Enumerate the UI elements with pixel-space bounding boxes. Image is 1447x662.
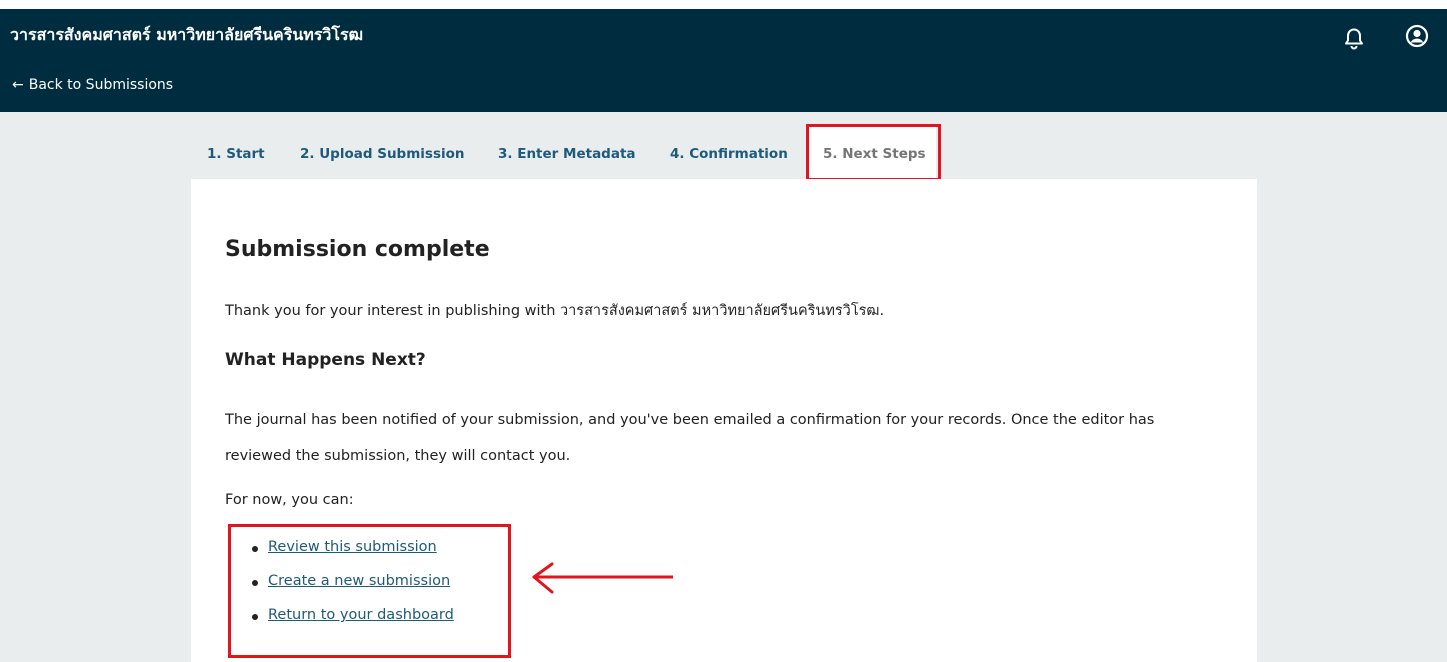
for-now-label: For now, you can: [225, 492, 354, 508]
bullet-icon [252, 546, 258, 552]
step-enter-metadata-tab[interactable]: 3. Enter Metadata [498, 146, 636, 162]
submission-steps-nav: 1. Start 2. Upload Submission 3. Enter M… [0, 112, 1447, 181]
return-to-dashboard-link[interactable]: Return to your dashboard [268, 607, 454, 623]
back-to-submissions-label: Back to Submissions [28, 77, 174, 93]
step-start-tab[interactable]: 1. Start [207, 146, 265, 162]
review-submission-link[interactable]: Review this submission [268, 539, 437, 555]
user-account-icon[interactable] [1405, 24, 1429, 48]
back-arrow-icon: ← [12, 77, 24, 93]
notification-message: The journal has been notified of your su… [225, 412, 1155, 464]
step-confirmation-tab[interactable]: 4. Confirmation [670, 146, 788, 162]
submission-complete-panel: Submission complete Thank you for your i… [191, 179, 1257, 662]
back-to-submissions-link[interactable]: ← Back to Submissions [12, 77, 173, 93]
app-header: วารสารสังคมศาสตร์ มหาวิทยาลัยศรีนครินทรว… [0, 9, 1447, 112]
page-title: Submission complete [225, 237, 490, 262]
list-item: Review this submission [225, 539, 454, 573]
list-item: Return to your dashboard [225, 607, 454, 641]
thank-you-message: Thank you for your interest in publishin… [225, 303, 885, 319]
step-next-steps-tab[interactable]: 5. Next Steps [808, 126, 936, 179]
step-next-steps-label: 5. Next Steps [823, 146, 926, 162]
step-upload-submission-tab[interactable]: 2. Upload Submission [300, 146, 465, 162]
submission-workspace: 1. Start 2. Upload Submission 3. Enter M… [0, 112, 1447, 662]
what-happens-next-heading: What Happens Next? [225, 350, 426, 370]
journal-title: วารสารสังคมศาสตร์ มหาวิทยาลัยศรีนครินทรว… [10, 25, 364, 44]
create-new-submission-link[interactable]: Create a new submission [268, 573, 450, 589]
bell-icon[interactable] [1342, 26, 1366, 50]
next-actions-list: Review this submission Create a new subm… [225, 539, 454, 641]
bullet-icon [252, 614, 258, 620]
list-item: Create a new submission [225, 573, 454, 607]
bullet-icon [252, 580, 258, 586]
